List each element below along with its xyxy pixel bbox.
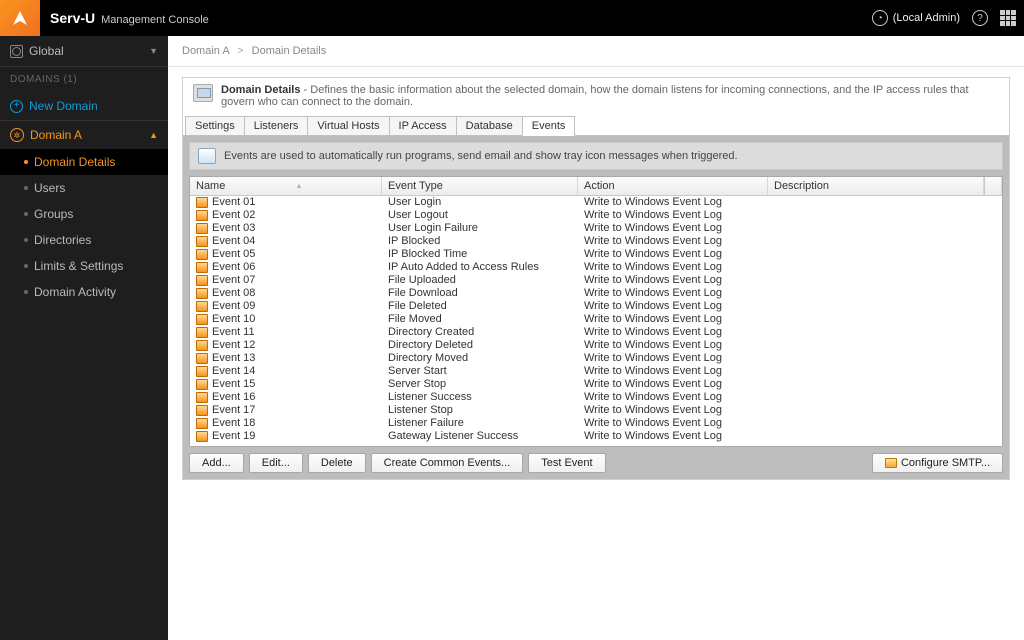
page-description: Domain Details - Defines the basic infor…	[183, 78, 1009, 114]
event-row-icon	[196, 366, 208, 377]
table-row[interactable]: Event 07File UploadedWrite to Windows Ev…	[190, 274, 1002, 287]
event-row-icon	[196, 379, 208, 390]
table-row[interactable]: Event 06IP Auto Added to Access RulesWri…	[190, 261, 1002, 274]
edit-button[interactable]: Edit...	[249, 453, 303, 473]
table-row[interactable]: Event 14Server StartWrite to Windows Eve…	[190, 365, 1002, 378]
event-row-icon	[196, 236, 208, 247]
event-row-icon	[196, 431, 208, 442]
table-row[interactable]: Event 13Directory MovedWrite to Windows …	[190, 352, 1002, 365]
table-row[interactable]: Event 18Listener FailureWrite to Windows…	[190, 417, 1002, 430]
bullet-icon	[24, 264, 28, 268]
tab-database[interactable]: Database	[456, 116, 523, 136]
create-common-events-button[interactable]: Create Common Events...	[371, 453, 524, 473]
new-domain-button[interactable]: + New Domain	[0, 92, 168, 120]
chevron-down-icon: ▼	[149, 46, 158, 56]
sidebar-item-limits-settings[interactable]: Limits & Settings	[0, 253, 168, 279]
table-row[interactable]: Event 02User LogoutWrite to Windows Even…	[190, 209, 1002, 222]
event-row-icon	[196, 418, 208, 429]
event-row-icon	[196, 392, 208, 403]
column-header-type[interactable]: Event Type	[382, 177, 578, 195]
sidebar-item-domain-details[interactable]: Domain Details	[0, 149, 168, 175]
globe-icon	[10, 45, 23, 58]
tab-events[interactable]: Events	[522, 116, 576, 136]
table-row[interactable]: Event 17Listener StopWrite to Windows Ev…	[190, 404, 1002, 417]
plus-icon: +	[10, 100, 23, 113]
events-grid: Name▴ Event Type Action Description Even…	[189, 176, 1003, 447]
top-bar: Serv-U Management Console ◔ (Local Admin…	[0, 0, 1024, 36]
chevron-up-icon: ▲	[149, 130, 158, 140]
tabs: SettingsListenersVirtual HostsIP AccessD…	[183, 116, 1009, 136]
scrollbar-header	[984, 177, 1002, 195]
table-row[interactable]: Event 11Directory CreatedWrite to Window…	[190, 326, 1002, 339]
grid-body[interactable]: Event 01User LoginWrite to Windows Event…	[190, 196, 1002, 446]
delete-button[interactable]: Delete	[308, 453, 366, 473]
event-row-icon	[196, 327, 208, 338]
sort-indicator: ▴	[297, 181, 301, 190]
bullet-icon	[24, 238, 28, 242]
table-row[interactable]: Event 03User Login FailureWrite to Windo…	[190, 222, 1002, 235]
table-row[interactable]: Event 15Server StopWrite to Windows Even…	[190, 378, 1002, 391]
user-label: (Local Admin)	[893, 12, 960, 24]
bullet-icon	[24, 160, 28, 164]
tab-listeners[interactable]: Listeners	[244, 116, 309, 136]
apps-icon[interactable]	[1000, 10, 1016, 26]
event-row-icon	[196, 353, 208, 364]
sidebar-item-domain-activity[interactable]: Domain Activity	[0, 279, 168, 305]
smtp-icon	[885, 458, 897, 468]
brand-subtitle: Management Console	[101, 14, 209, 26]
sidebar: Global ▼ DOMAINS (1) + New Domain ✲ Doma…	[0, 36, 168, 640]
sidebar-item-groups[interactable]: Groups	[0, 201, 168, 227]
table-row[interactable]: Event 05IP Blocked TimeWrite to Windows …	[190, 248, 1002, 261]
sidebar-domain-a[interactable]: ✲ Domain A ▲	[0, 120, 168, 149]
event-row-icon	[196, 262, 208, 273]
table-row[interactable]: Event 12Directory DeletedWrite to Window…	[190, 339, 1002, 352]
table-row[interactable]: Event 08File DownloadWrite to Windows Ev…	[190, 287, 1002, 300]
table-row[interactable]: Event 10File MovedWrite to Windows Event…	[190, 313, 1002, 326]
table-row[interactable]: Event 19Gateway Listener SuccessWrite to…	[190, 430, 1002, 443]
brand-logo	[0, 0, 40, 36]
tab-settings[interactable]: Settings	[185, 116, 245, 136]
content-area: Domain A > Domain Details Domain Details…	[168, 36, 1024, 640]
tab-ip-access[interactable]: IP Access	[389, 116, 457, 136]
bullet-icon	[24, 186, 28, 190]
sidebar-item-users[interactable]: Users	[0, 175, 168, 201]
event-row-icon	[196, 249, 208, 260]
bullet-icon	[24, 212, 28, 216]
event-row-icon	[196, 275, 208, 286]
event-row-icon	[196, 288, 208, 299]
user-icon: ◔	[872, 10, 888, 26]
table-row[interactable]: Event 09File DeletedWrite to Windows Eve…	[190, 300, 1002, 313]
sidebar-domains-header: DOMAINS (1)	[0, 67, 168, 92]
table-row[interactable]: Event 16Listener SuccessWrite to Windows…	[190, 391, 1002, 404]
event-row-icon	[196, 340, 208, 351]
column-header-name[interactable]: Name▴	[190, 177, 382, 195]
event-row-icon	[196, 405, 208, 416]
tab-virtual-hosts[interactable]: Virtual Hosts	[307, 116, 389, 136]
info-bar: Events are used to automatically run pro…	[189, 142, 1003, 170]
column-header-description[interactable]: Description	[768, 177, 984, 195]
event-row-icon	[196, 223, 208, 234]
domain-gear-icon: ✲	[10, 128, 24, 142]
bullet-icon	[24, 290, 28, 294]
sidebar-global[interactable]: Global ▼	[0, 36, 168, 67]
page-icon	[193, 84, 213, 102]
event-row-icon	[196, 301, 208, 312]
breadcrumb: Domain A > Domain Details	[168, 36, 1024, 67]
event-row-icon	[196, 314, 208, 325]
configure-smtp-button[interactable]: Configure SMTP...	[872, 453, 1003, 473]
help-icon[interactable]: ?	[972, 10, 988, 26]
test-event-button[interactable]: Test Event	[528, 453, 605, 473]
table-row[interactable]: Event 04IP BlockedWrite to Windows Event…	[190, 235, 1002, 248]
sidebar-item-directories[interactable]: Directories	[0, 227, 168, 253]
brand-name: Serv-U	[50, 10, 95, 26]
add-button[interactable]: Add...	[189, 453, 244, 473]
event-row-icon	[196, 210, 208, 221]
event-row-icon	[196, 197, 208, 208]
column-header-action[interactable]: Action	[578, 177, 768, 195]
breadcrumb-domain[interactable]: Domain A	[182, 45, 229, 57]
table-row[interactable]: Event 01User LoginWrite to Windows Event…	[190, 196, 1002, 209]
event-icon	[198, 148, 216, 164]
breadcrumb-page: Domain Details	[252, 45, 327, 57]
user-menu[interactable]: ◔ (Local Admin)	[872, 10, 960, 26]
